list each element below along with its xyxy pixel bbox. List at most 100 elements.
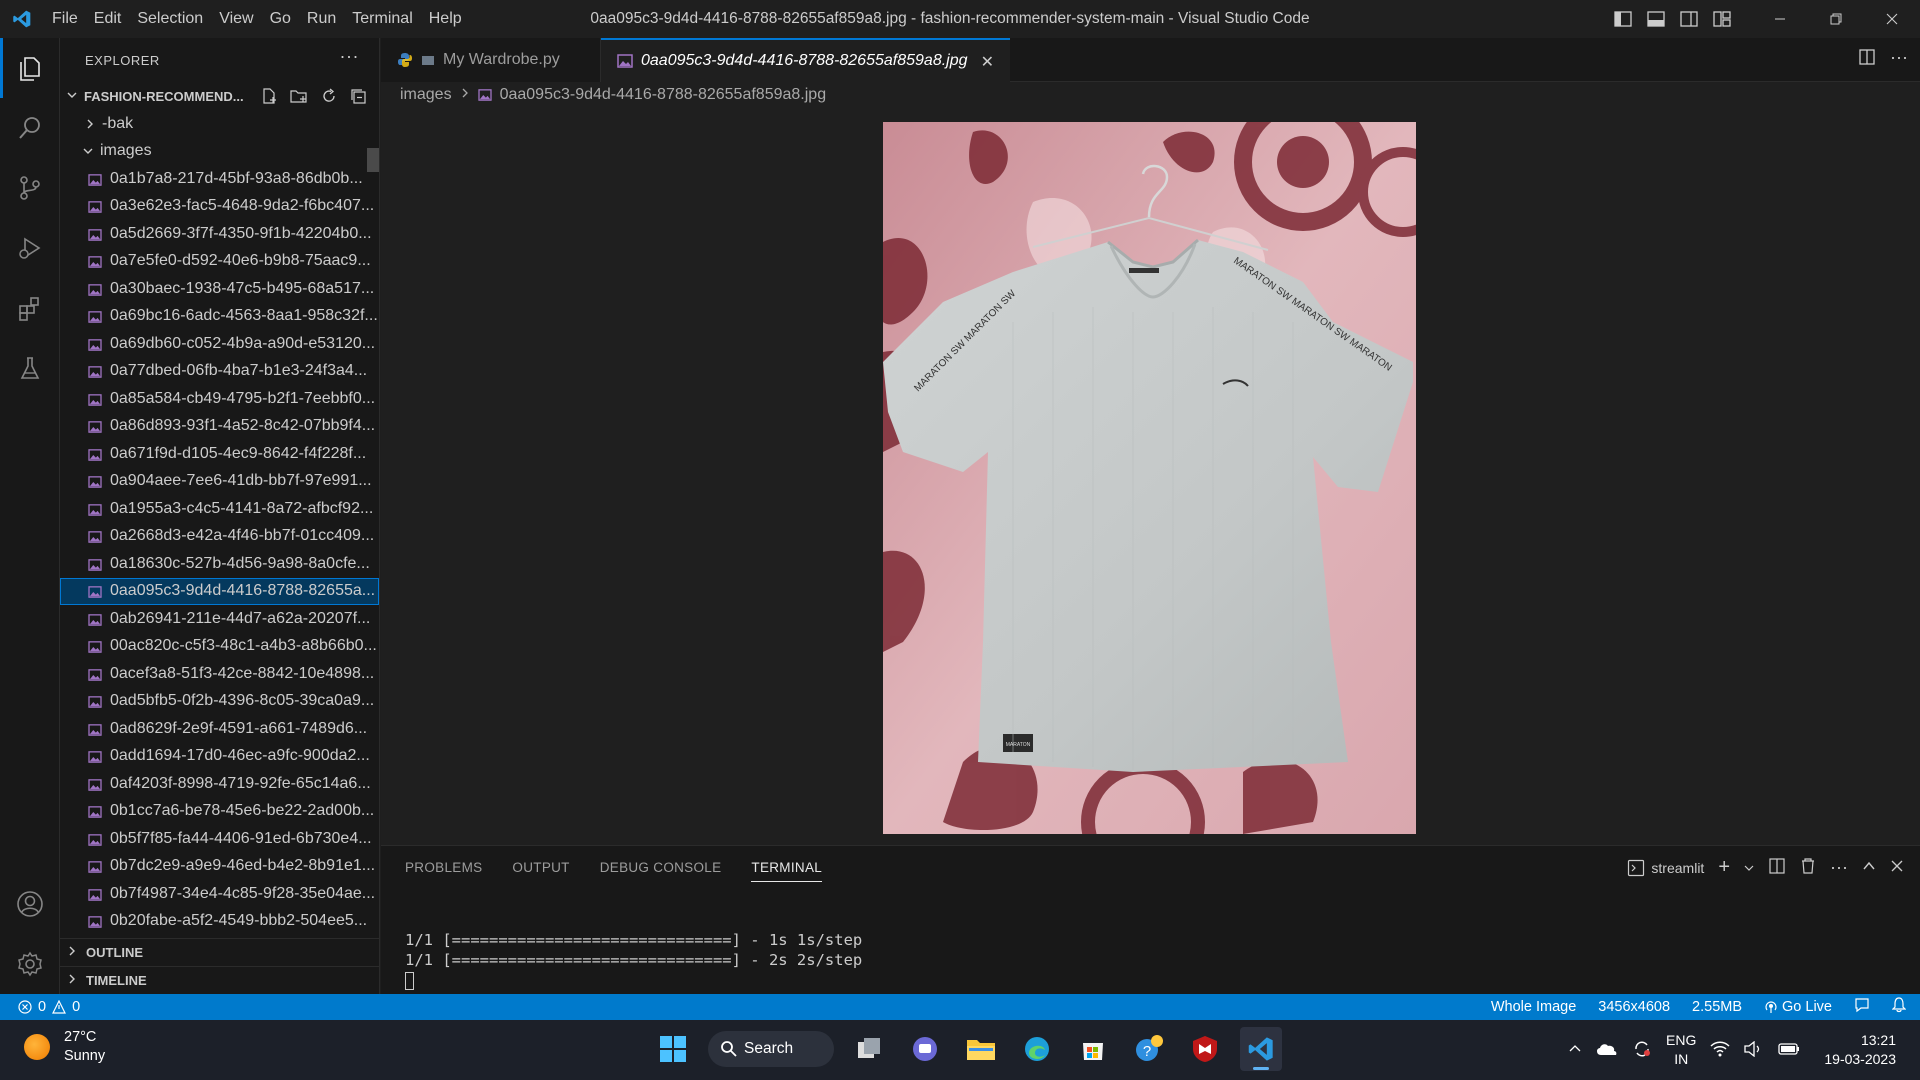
source-control-icon[interactable] [0,158,60,218]
settings-gear-icon[interactable] [0,934,60,994]
file-item[interactable]: 0a30baec-1938-47c5-b495-68a517... [60,275,379,303]
folder-bak[interactable]: -bak [60,110,379,138]
minimize-icon[interactable] [1752,0,1808,38]
volume-icon[interactable] [1744,1040,1764,1060]
tab-output[interactable]: OUTPUT [512,846,569,890]
folder-images[interactable]: images [60,138,379,166]
clock[interactable]: 13:21 19-03-2023 [1824,1031,1896,1069]
menu-terminal[interactable]: Terminal [344,0,420,38]
file-item[interactable]: 0aa095c3-9d4d-4416-8788-82655a... [60,577,379,605]
file-item[interactable]: 0a5d2669-3f7f-4350-9f1b-42204b0... [60,220,379,248]
refresh-icon[interactable] [317,85,341,107]
file-explorer-icon[interactable] [960,1027,1002,1071]
more-actions-icon[interactable]: ··· [340,46,359,67]
onedrive-cloud-icon[interactable] [1596,1041,1618,1060]
file-item[interactable]: 0b5f7f85-fa44-4406-91ed-6b730e4... [60,825,379,853]
terminal-dropdown-icon[interactable] [1744,860,1754,876]
breadcrumb-folder[interactable]: images [400,86,452,104]
get-help-icon[interactable]: ? [1128,1027,1170,1071]
file-item[interactable]: 0ad8629f-2e9f-4591-a661-7489d6... [60,715,379,743]
restore-icon[interactable] [1808,0,1864,38]
file-item[interactable]: 00ac820c-c5f3-48c1-a4b3-a8b66b0... [60,633,379,661]
extensions-icon[interactable] [0,278,60,338]
new-terminal-icon[interactable]: + [1718,856,1730,879]
accounts-icon[interactable] [0,874,60,934]
toggle-secondary-sidebar-icon[interactable] [1672,0,1705,38]
file-item[interactable]: 0b1cc7a6-be78-45e6-be22-2ad00b... [60,798,379,826]
edge-browser-icon[interactable] [1016,1027,1058,1071]
explorer-icon[interactable] [0,38,60,98]
file-item[interactable]: 0a69bc16-6adc-4563-8aa1-958c32f... [60,303,379,331]
weather-widget[interactable]: 27°C Sunny [24,1028,105,1066]
file-item[interactable]: 0a904aee-7ee6-41db-bb7f-97e991... [60,468,379,496]
battery-icon[interactable] [1778,1042,1800,1059]
vscode-taskbar-icon[interactable] [1240,1027,1282,1071]
terminal-instance[interactable]: streamlit [1627,859,1704,877]
problems-status[interactable]: 0 0 [18,994,80,1020]
testing-icon[interactable] [0,338,60,398]
tab-image-file[interactable]: 0aa095c3-9d4d-4416-8788-82655af859a8.jpg… [601,38,1010,82]
close-tab-icon[interactable]: ✕ [981,52,994,72]
file-item[interactable]: 0a7e5fe0-d592-40e6-b9b8-75aac9... [60,248,379,276]
file-item[interactable]: 0a77dbed-06fb-4ba7-b1e3-24f3a4... [60,358,379,386]
file-item[interactable]: 0a86d893-93f1-4a52-8c42-07bb9f4... [60,413,379,441]
file-item[interactable]: 0af4203f-8998-4719-92fe-65c14a6... [60,770,379,798]
input-language[interactable]: ENG IN [1666,1031,1696,1069]
file-item[interactable]: 0b20fabe-a5f2-4549-bbb2-504ee5... [60,908,379,936]
timeline-section[interactable]: TIMELINE [60,966,380,994]
microsoft-store-icon[interactable] [1072,1027,1114,1071]
search-icon[interactable] [0,98,60,158]
file-item[interactable]: 0a2668d3-e42a-4f46-bb7f-01cc409... [60,523,379,551]
menu-view[interactable]: View [211,0,261,38]
panel-more-icon[interactable]: ··· [1830,857,1848,878]
wifi-icon[interactable] [1710,1041,1730,1060]
zoom-mode[interactable]: Whole Image [1491,999,1576,1015]
toggle-panel-icon[interactable] [1639,0,1672,38]
run-debug-icon[interactable] [0,218,60,278]
task-view-icon[interactable] [848,1027,890,1071]
menu-selection[interactable]: Selection [129,0,211,38]
file-item[interactable]: 0a1955a3-c4c5-4141-8a72-afbcf92... [60,495,379,523]
menu-run[interactable]: Run [299,0,344,38]
go-live-button[interactable]: Go Live [1764,999,1832,1015]
notifications-bell-icon[interactable] [1891,997,1907,1017]
terminal-output[interactable]: 1/1 [==============================] - 1… [405,930,862,990]
outline-section[interactable]: OUTLINE [60,938,380,966]
file-item[interactable]: 0a1b7a8-217d-45bf-93a8-86db0b... [60,165,379,193]
taskbar-search[interactable]: Search [708,1031,834,1067]
close-panel-icon[interactable] [1890,859,1904,876]
show-hidden-icons-chevron-icon[interactable] [1568,1042,1582,1059]
new-folder-icon[interactable] [287,85,311,107]
close-window-icon[interactable] [1864,0,1920,38]
new-file-icon[interactable] [257,85,281,107]
tab-my-wardrobe[interactable]: My Wardrobe.py [381,38,601,82]
file-item[interactable]: 0ad5bfb5-0f2b-4396-8c05-39ca0a9... [60,688,379,716]
toggle-primary-sidebar-icon[interactable] [1606,0,1639,38]
file-item[interactable]: 0b7f4987-34e4-4c85-9f28-35e04ae... [60,880,379,908]
menu-edit[interactable]: Edit [86,0,130,38]
breadcrumb-file[interactable]: 0aa095c3-9d4d-4416-8788-82655af859a8.jpg [500,86,827,104]
collapse-all-icon[interactable] [347,85,371,107]
kill-terminal-icon[interactable] [1800,857,1816,878]
teams-chat-icon[interactable] [904,1027,946,1071]
feedback-icon[interactable] [1854,997,1870,1017]
tab-terminal[interactable]: TERMINAL [751,846,822,890]
file-item[interactable]: 0add1694-17d0-46ec-a9fc-900da2... [60,743,379,771]
tab-problems[interactable]: PROBLEMS [405,846,482,890]
mcafee-icon[interactable] [1184,1027,1226,1071]
menu-file[interactable]: File [44,0,86,38]
file-item[interactable]: 0acef3a8-51f3-42ce-8842-10e4898... [60,660,379,688]
file-item[interactable]: 0a3e62e3-fac5-4648-9da2-f6bc407... [60,193,379,221]
menu-help[interactable]: Help [421,0,470,38]
file-item[interactable]: 0a671f9d-d105-4ec9-8642-f4f228f... [60,440,379,468]
tab-debug-console[interactable]: DEBUG CONSOLE [600,846,722,890]
file-item[interactable]: 0a85a584-cb49-4795-b2f1-7eebbf0... [60,385,379,413]
customize-layout-icon[interactable] [1705,0,1738,38]
editor-more-actions-icon[interactable]: ··· [1890,48,1908,69]
split-editor-icon[interactable] [1858,48,1876,69]
root-folder-header[interactable]: FASHION-RECOMMEND... [60,82,379,110]
split-terminal-icon[interactable] [1768,857,1786,878]
windows-start-icon[interactable] [652,1027,694,1071]
sidebar-scrollbar[interactable] [367,148,379,172]
menu-go[interactable]: Go [262,0,299,38]
